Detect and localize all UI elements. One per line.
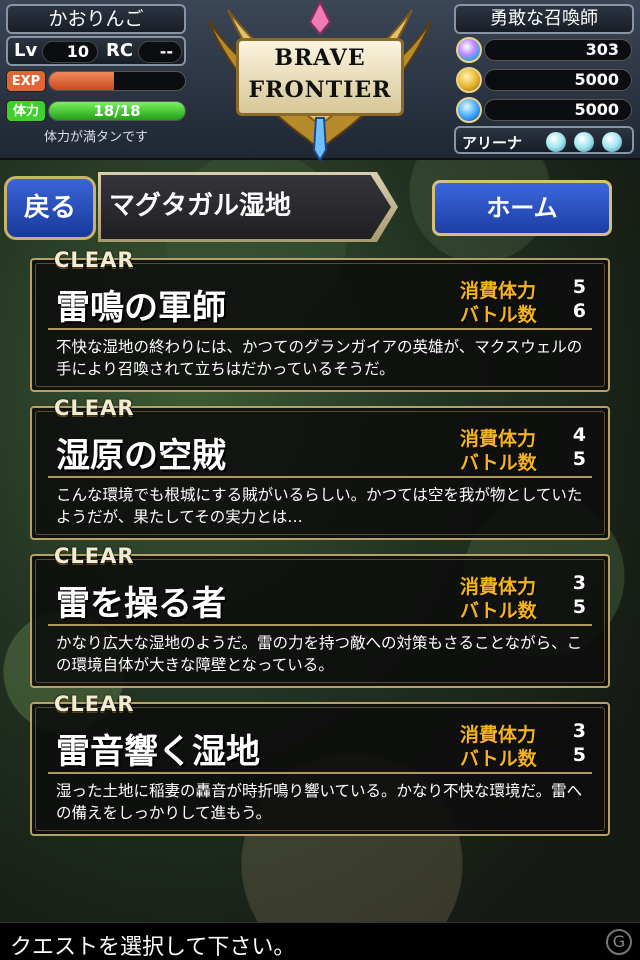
karma-row: 5000 [454,96,634,124]
stamina-cost-label: 消費体力 [460,428,537,450]
battle-count-value: 5 [572,744,586,766]
home-button[interactable]: ホーム [432,180,612,236]
exp-label: EXP [6,70,46,92]
battle-count-value: 6 [572,300,586,322]
player-name: かおりんご [48,8,144,30]
quest-divider [48,624,592,626]
arena-orb-icon [602,132,622,152]
logo-plate: BRAVE FRONTIER [236,38,404,116]
exp-fill [49,72,115,90]
zel-row: 5000 [454,66,634,94]
level-label: Lv [14,40,38,61]
quest-title: 雷音響く湿地 [56,732,260,772]
battle-count-label: バトル数 [460,600,537,622]
quest-title: 雷を操る者 [56,584,226,624]
watermark-logo-icon: G [606,929,632,955]
exp-bar: EXP [6,68,186,94]
location-title: マグタガル湿地 [101,175,391,239]
rc-value: -- [138,41,182,63]
battle-count-value: 5 [572,448,586,470]
logo-line-2: FRONTIER [248,77,392,103]
quest-divider [48,476,592,478]
quest-divider [48,772,592,774]
stamina-value: 18/18 [93,102,141,120]
battle-count-label: バトル数 [460,452,537,474]
stamina-cost-label: 消費体力 [460,576,537,598]
quest-description: かなり広大な湿地のようだ。雷の力を持つ敵への対策もさることながら、この環境自体が… [56,634,583,674]
player-name-panel: かおりんご [6,4,186,34]
brave-frontier-logo: BRAVE FRONTIER [198,0,442,165]
level-value: 10 [42,41,98,63]
arena-row[interactable]: アリーナ [454,126,634,154]
level-rc-panel: Lv 10 RC -- [6,36,186,66]
gems-row[interactable]: 303 [454,36,634,64]
clear-badge: CLEAR [54,692,135,716]
back-button[interactable]: 戻る [4,176,96,240]
clear-badge: CLEAR [54,544,135,568]
arena-orb-icon [546,132,566,152]
stamina-cost-value: 3 [572,572,586,594]
quest-description: 不快な湿地の終わりには、かつてのグランガイアの英雄が、マクスウェルの手により召喚… [56,338,583,378]
gems-value: 303 [484,39,632,61]
quest-card[interactable]: CLEAR 湿原の空賊 消費体力 4 バトル数 5 こんな環境でも根城にする賊が… [30,396,610,540]
karma-orb-icon [456,97,482,123]
arena-orb-icon [574,132,594,152]
message-footer: クエストを選択して下さい。 G [0,922,640,960]
stamina-cost-label: 消費体力 [460,280,537,302]
stamina-cost-value: 4 [572,424,586,446]
quest-description: 湿った土地に稲妻の轟音が時折鳴り響いている。かなり不快な環境だ。雷への備えをしっ… [56,782,583,822]
stamina-cost-value: 5 [572,276,586,298]
instruction-message: クエストを選択して下さい。 [10,935,296,960]
stamina-cost-label: 消費体力 [460,724,537,746]
stamina-bar: 体力 18/18 [6,98,186,124]
battle-count-value: 5 [572,596,586,618]
gem-icon [456,37,482,63]
stamina-track: 18/18 [48,101,186,121]
quest-card[interactable]: CLEAR 雷音響く湿地 消費体力 3 バトル数 5 湿った土地に稲妻の轟音が時… [30,692,610,836]
logo-line-1: BRAVE [274,45,366,71]
stamina-cost-value: 3 [572,720,586,742]
summoner-title-panel: 勇敢な召喚師 [454,4,634,34]
status-header: かおりんご Lv 10 RC -- EXP 体力 18/18 体力が満タンです … [0,0,640,162]
stamina-message: 体力が満タンです [43,130,148,145]
summoner-title: 勇敢な召喚師 [490,8,598,29]
clear-badge: CLEAR [54,248,135,272]
battle-count-label: バトル数 [460,748,537,770]
exp-track [48,71,186,91]
quest-description: こんな環境でも根城にする賊がいるらしい。かつては空を我が物としていたようだが、果… [56,486,583,526]
arena-label: アリーナ [462,134,523,152]
quest-divider [48,328,592,330]
rc-label: RC [106,40,134,61]
battle-count-label: バトル数 [460,304,537,326]
quest-card[interactable]: CLEAR 雷を操る者 消費体力 3 バトル数 5 かなり広大な湿地のようだ。雷… [30,544,610,688]
clear-badge: CLEAR [54,396,135,420]
quest-card[interactable]: CLEAR 雷鳴の軍師 消費体力 5 バトル数 6 不快な湿地の終わりには、かつ… [30,248,610,392]
quest-title: 湿原の空賊 [56,436,226,476]
zel-value: 5000 [484,69,632,91]
quest-title: 雷鳴の軍師 [56,288,226,328]
stamina-label: 体力 [6,100,46,122]
zel-coin-icon [456,67,482,93]
karma-value: 5000 [484,99,632,121]
